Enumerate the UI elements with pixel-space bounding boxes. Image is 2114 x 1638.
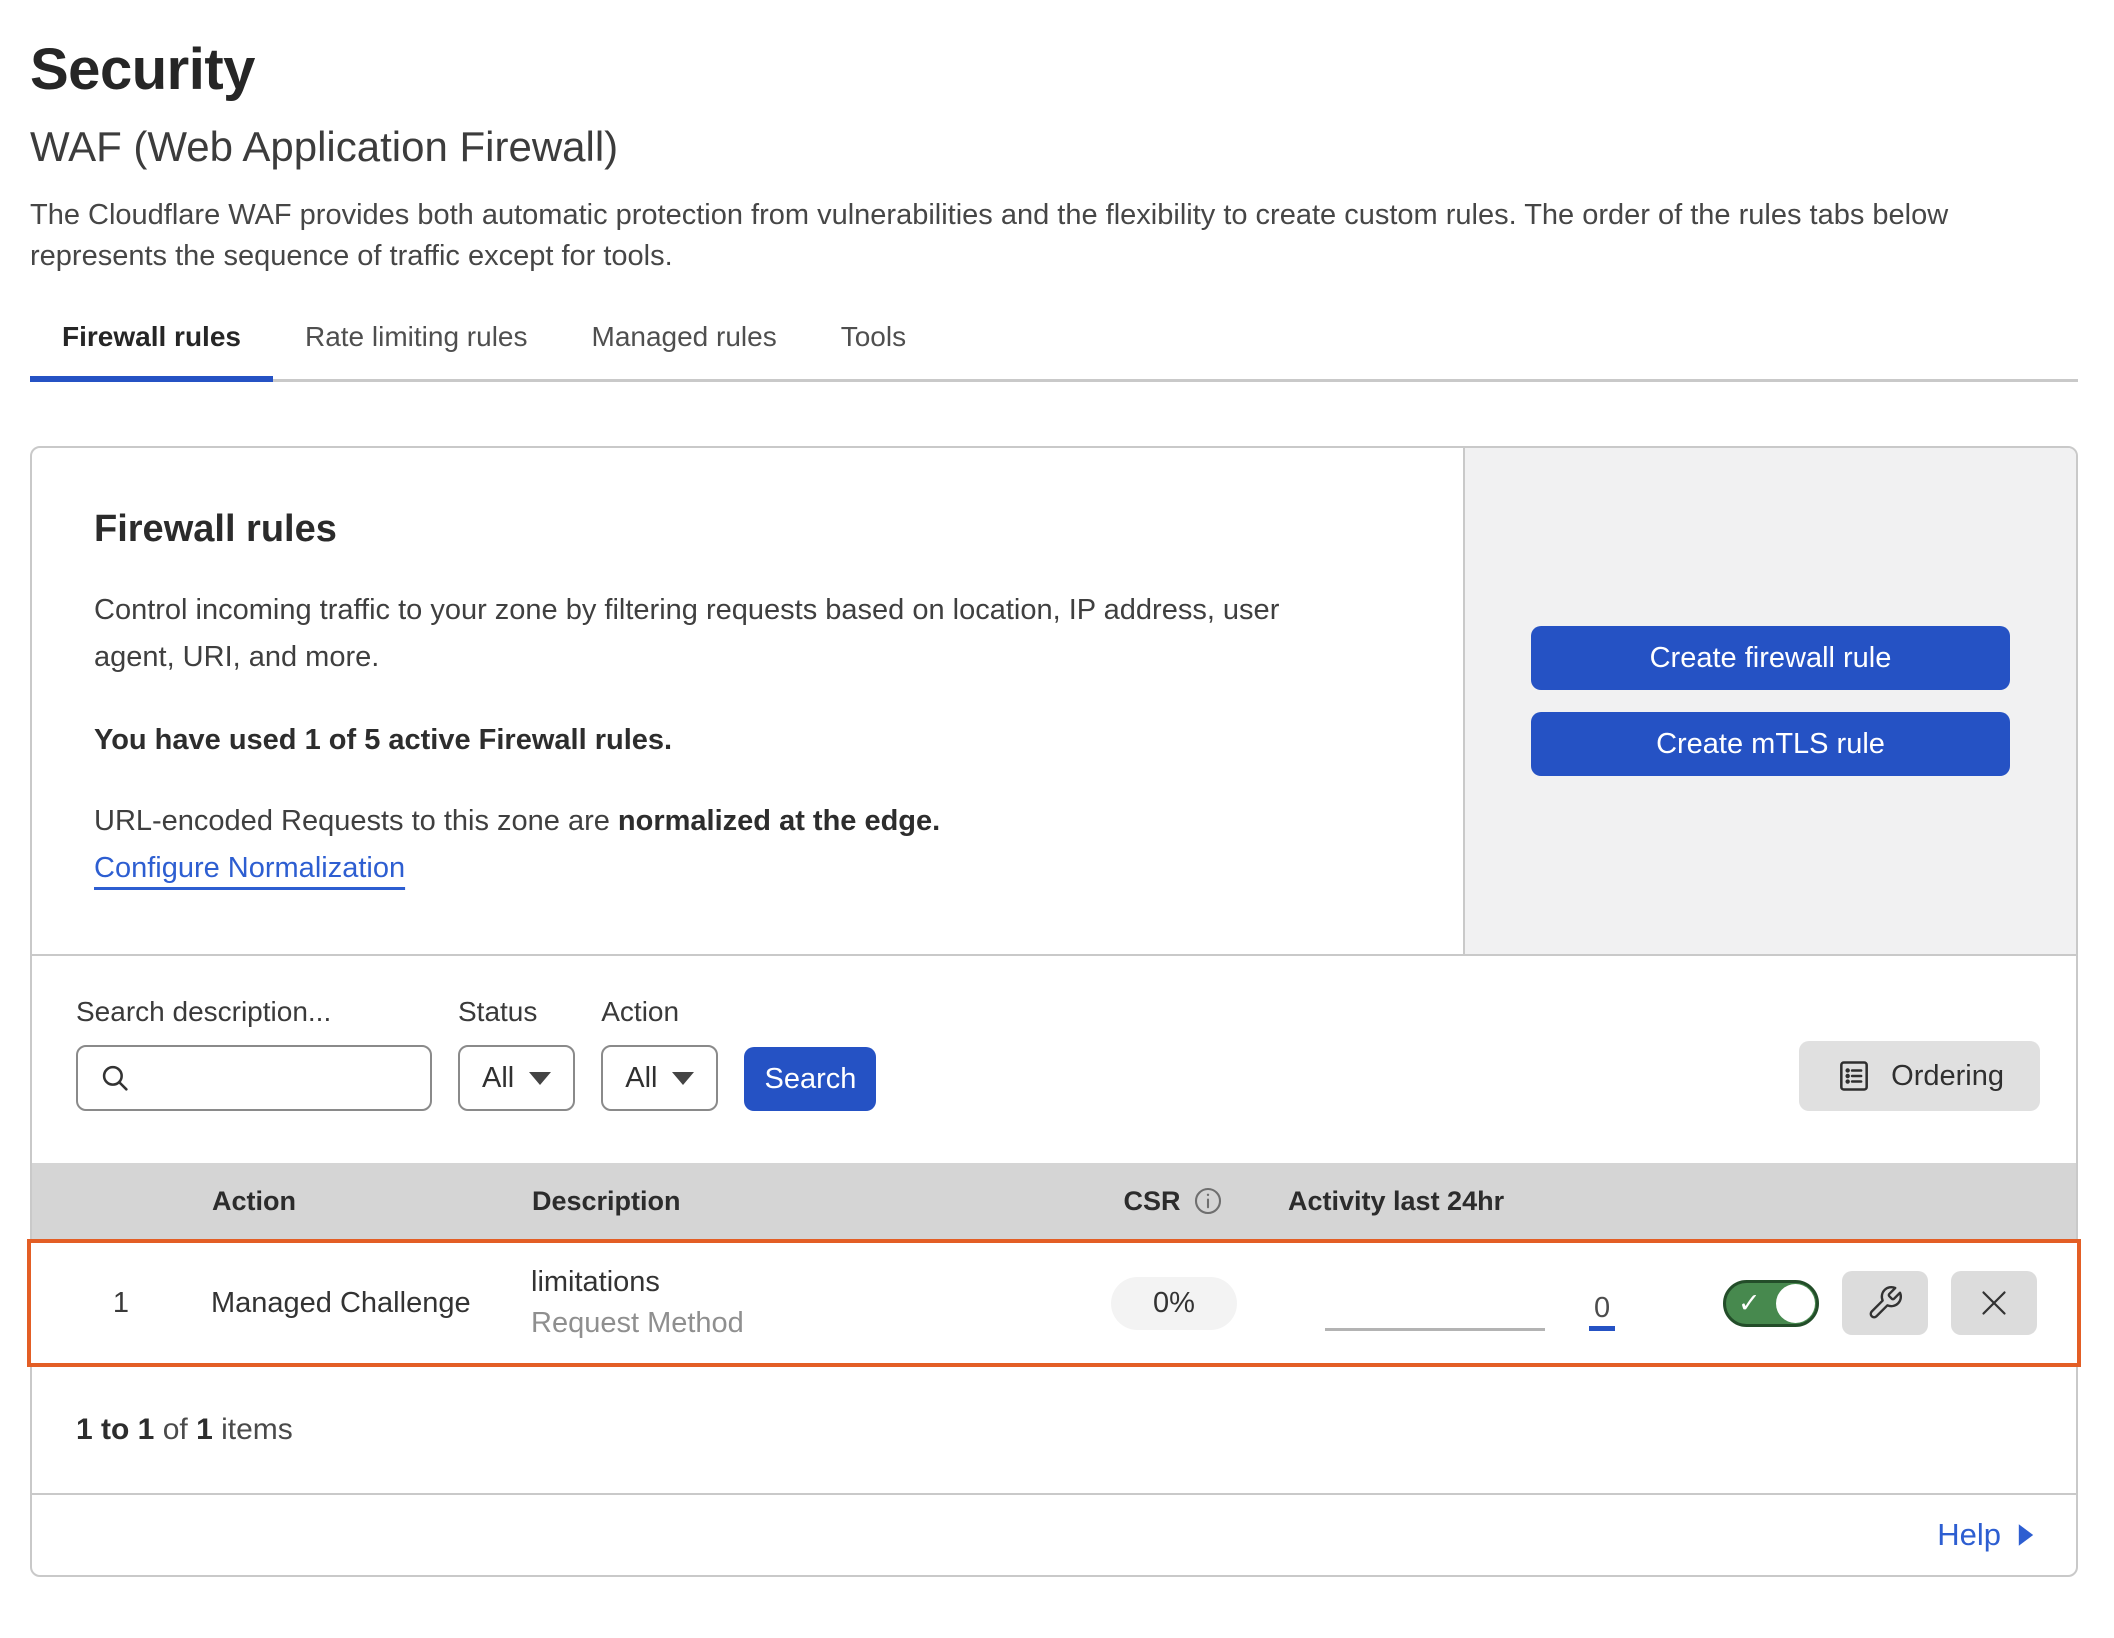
table-row: 1 Managed Challenge limitations Request … [27, 1239, 2081, 1367]
card-top-section: Firewall rules Control incoming traffic … [32, 448, 2076, 956]
create-mtls-rule-button[interactable]: Create mTLS rule [1531, 712, 2010, 776]
page-title: Security [30, 36, 2078, 103]
rule-csr-cell: 0% [1111, 1277, 1237, 1330]
edit-rule-button[interactable] [1842, 1271, 1928, 1335]
create-firewall-rule-button[interactable]: Create firewall rule [1531, 626, 2010, 690]
configure-normalization-link[interactable]: Configure Normalization [94, 852, 405, 884]
status-selected-value: All [482, 1062, 514, 1095]
action-selected-value: All [625, 1062, 657, 1095]
rule-expression: Request Method [531, 1307, 1059, 1340]
ordering-button[interactable]: Ordering [1799, 1041, 2040, 1111]
close-icon [1976, 1285, 2012, 1321]
items-summary: 1 to 1 of 1 items [32, 1367, 2076, 1495]
normalization-text: URL-encoded Requests to this zone are [94, 805, 618, 837]
normalization-bold: normalized at the edge. [618, 805, 940, 837]
tab-tools[interactable]: Tools [809, 321, 938, 379]
help-label: Help [1937, 1517, 2001, 1553]
card-info: Firewall rules Control incoming traffic … [32, 448, 1463, 954]
rule-activity-cell: 0 [1289, 1243, 1659, 1363]
search-button[interactable]: Search [744, 1047, 876, 1111]
search-input[interactable] [76, 1045, 432, 1111]
chevron-down-icon [529, 1072, 551, 1085]
status-label: Status [458, 996, 575, 1028]
wrench-icon [1866, 1284, 1904, 1322]
firewall-rules-card: Firewall rules Control incoming traffic … [30, 446, 2078, 1577]
usage-note: You have used 1 of 5 active Firewall rul… [94, 724, 1399, 757]
tab-bar: Firewall rules Rate limiting rules Manag… [30, 321, 2078, 382]
help-link[interactable]: Help [1937, 1517, 2036, 1553]
action-label: Action [601, 996, 718, 1028]
status-select[interactable]: All [458, 1045, 575, 1111]
table-header: Action Description CSR Activity last 24h… [32, 1163, 2076, 1239]
rule-description-cell: limitations Request Method [531, 1266, 1059, 1340]
rule-description[interactable]: limitations [531, 1266, 1059, 1299]
items-of: of [154, 1413, 196, 1446]
chevron-down-icon [672, 1072, 694, 1085]
status-filter-group: Status All [458, 996, 575, 1111]
toggle-knob [1776, 1284, 1815, 1323]
action-filter-group: Action All [601, 996, 718, 1111]
items-label: items [213, 1413, 293, 1446]
rule-controls: ✓ [1659, 1271, 2077, 1335]
actions-panel: Create firewall rule Create mTLS rule [1463, 448, 2076, 954]
triangle-right-icon [2016, 1523, 2036, 1547]
check-icon: ✓ [1738, 1288, 1761, 1319]
list-icon [1835, 1057, 1873, 1095]
delete-rule-button[interactable] [1951, 1271, 2037, 1335]
tab-managed-rules[interactable]: Managed rules [560, 321, 809, 379]
search-label: Search description... [76, 996, 432, 1028]
action-select[interactable]: All [601, 1045, 718, 1111]
csr-badge: 0% [1111, 1277, 1237, 1330]
page-subtitle: WAF (Web Application Firewall) [30, 123, 2078, 171]
page-description: The Cloudflare WAF provides both automat… [30, 195, 2078, 277]
column-header-csr: CSR [1058, 1186, 1288, 1217]
rule-action: Managed Challenge [211, 1287, 531, 1320]
column-header-activity: Activity last 24hr [1288, 1186, 1658, 1217]
card-footer: Help [32, 1495, 2076, 1575]
search-icon [98, 1061, 132, 1095]
rule-priority: 1 [113, 1287, 129, 1320]
info-icon[interactable] [1193, 1186, 1223, 1216]
items-range: 1 to 1 [76, 1413, 154, 1446]
normalization-note: URL-encoded Requests to this zone are no… [94, 805, 1399, 838]
tab-rate-limiting-rules[interactable]: Rate limiting rules [273, 321, 560, 379]
tab-firewall-rules[interactable]: Firewall rules [30, 321, 273, 379]
search-filter-group: Search description... [76, 996, 432, 1111]
items-total: 1 [196, 1413, 213, 1446]
csr-header-label: CSR [1123, 1186, 1180, 1217]
rule-enabled-toggle[interactable]: ✓ [1723, 1280, 1819, 1327]
card-description: Control incoming traffic to your zone by… [94, 587, 1364, 680]
security-waf-page: Security WAF (Web Application Firewall) … [0, 0, 2114, 1577]
column-header-action: Action [212, 1186, 532, 1217]
activity-sparkline [1325, 1328, 1545, 1331]
card-heading: Firewall rules [94, 508, 1399, 551]
column-header-description: Description [532, 1186, 1058, 1217]
ordering-button-label: Ordering [1891, 1060, 2004, 1093]
activity-count-link[interactable]: 0 [1589, 1293, 1615, 1331]
filter-bar: Search description... Status All Action [32, 956, 2076, 1163]
